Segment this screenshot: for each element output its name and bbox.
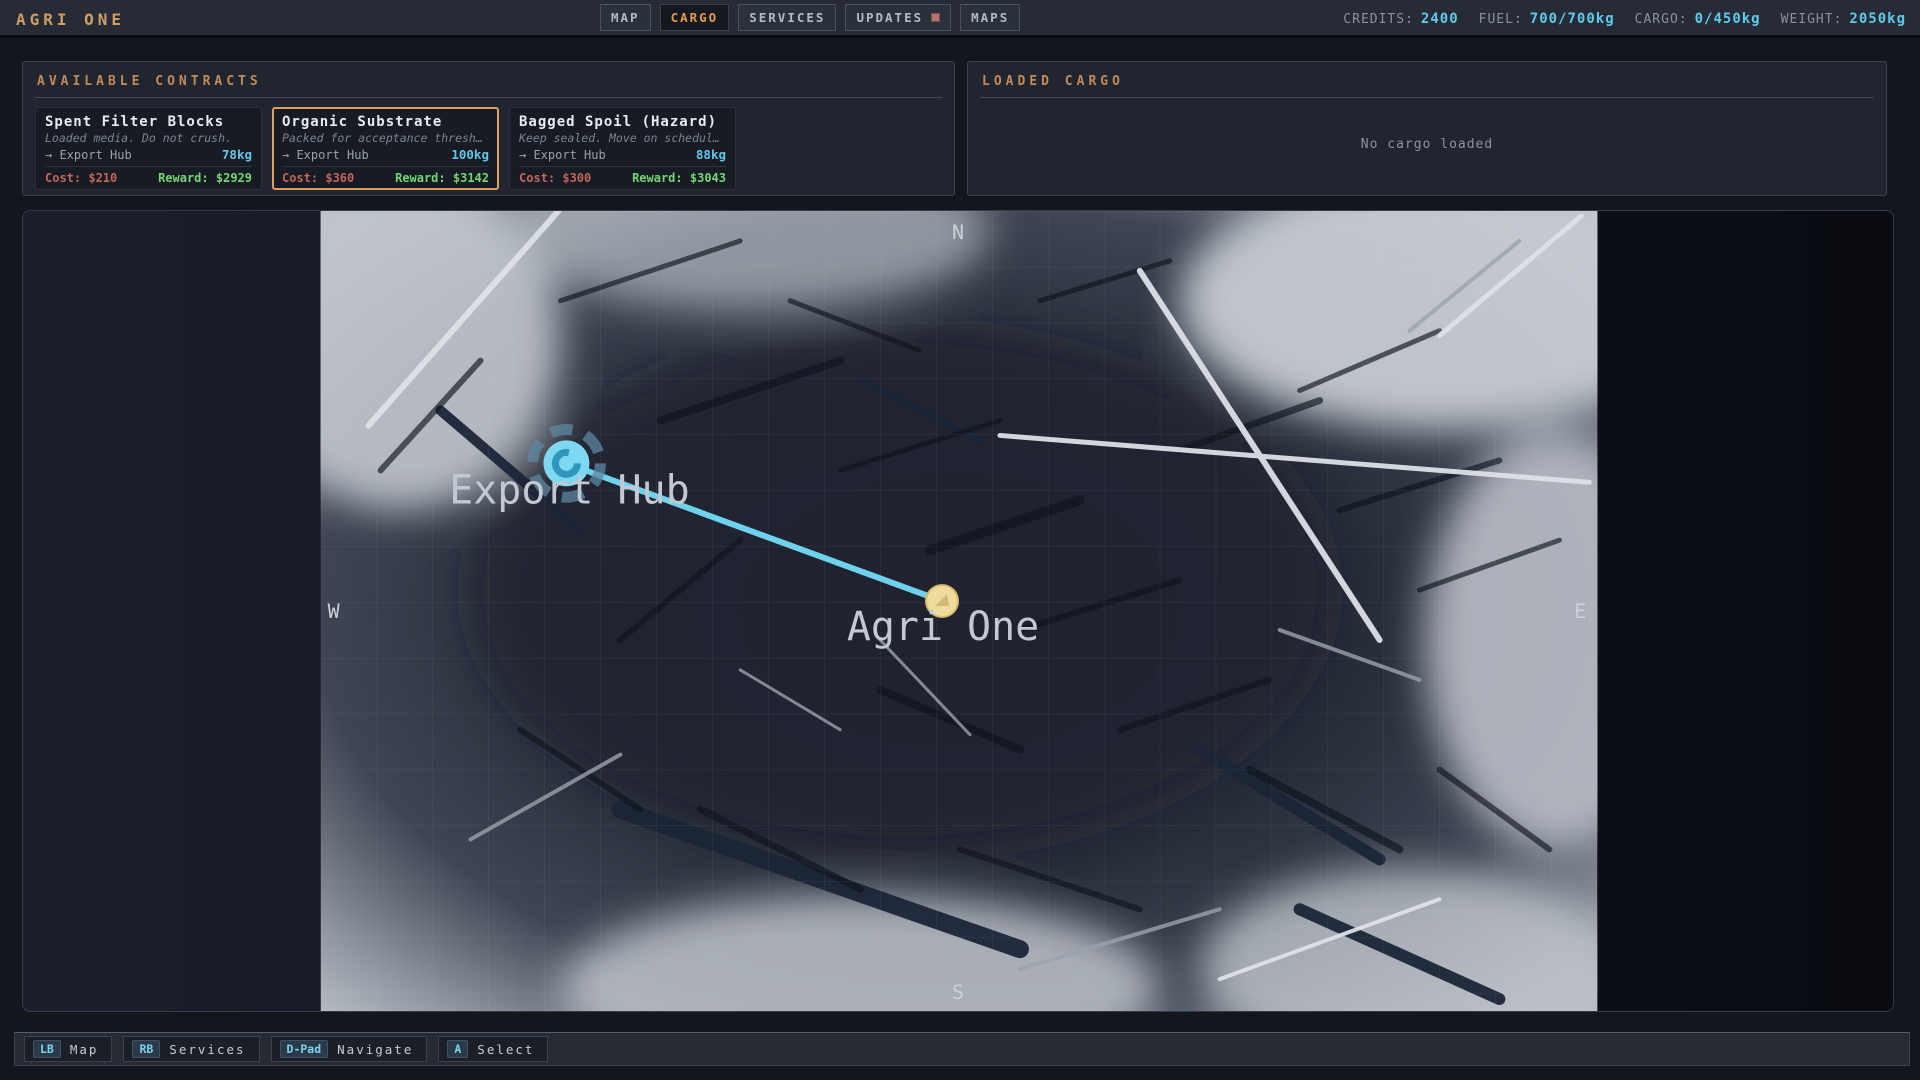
hint-map-label: Map	[70, 1042, 99, 1057]
app-title: AGRI ONE	[16, 10, 125, 29]
dpad-key-icon: D-Pad	[280, 1040, 329, 1058]
contract-name: Bagged Spoil (Hazard)	[519, 114, 726, 130]
contract-weight: 100kg	[451, 147, 489, 162]
contract-cost-label: Cost:	[45, 171, 81, 185]
export-hub-label: Export Hub	[449, 467, 689, 513]
cargo-panel-title: LOADED CARGO	[980, 71, 1874, 98]
fuel-label: FUEL:	[1479, 12, 1523, 27]
cargo-label: CARGO:	[1635, 12, 1688, 27]
weight-label: WEIGHT:	[1781, 12, 1843, 27]
fuel-value: 700/700kg	[1530, 11, 1615, 27]
hint-services-label: Services	[169, 1042, 245, 1057]
contract-cost-label: Cost:	[519, 171, 555, 185]
contract-card[interactable]: Bagged Spoil (Hazard) Keep sealed. Move …	[509, 107, 736, 190]
tab-maps[interactable]: MAPS	[960, 4, 1020, 31]
contract-cost-label: Cost:	[282, 171, 318, 185]
credits-label: CREDITS:	[1343, 12, 1414, 27]
a-key-icon: A	[447, 1040, 468, 1058]
map-viewport[interactable]: N S W E Export Hub Agri One	[22, 210, 1894, 1012]
tab-updates[interactable]: UPDATES	[845, 4, 951, 31]
contract-reward-value: $2929	[216, 171, 252, 185]
credits-value: 2400	[1421, 11, 1459, 27]
top-bar: AGRI ONE MAP CARGO SERVICES UPDATES MAPS…	[0, 0, 1920, 38]
contract-cost-value: $360	[325, 171, 354, 185]
weight-value: 2050kg	[1849, 11, 1906, 27]
contract-reward-label: Reward:	[632, 171, 683, 185]
fuel-stat: FUEL: 700/700kg	[1479, 11, 1615, 27]
credits-stat: CREDITS: 2400	[1343, 11, 1458, 27]
contract-reward-value: $3142	[453, 171, 489, 185]
status-readouts: CREDITS: 2400 FUEL: 700/700kg CARGO: 0/4…	[1343, 0, 1906, 38]
map-canvas[interactable]: N S W E Export Hub Agri One	[23, 211, 1893, 1011]
contract-destination: → Export Hub	[282, 148, 369, 162]
contract-description: Loaded media. Do not crush.	[45, 131, 252, 145]
compass-south-label: S	[952, 980, 964, 1004]
cargo-value: 0/450kg	[1695, 11, 1761, 27]
cargo-empty-message: No cargo loaded	[980, 98, 1874, 190]
contract-name: Spent Filter Blocks	[45, 114, 252, 130]
tab-services[interactable]: SERVICES	[738, 4, 836, 31]
contract-cost-value: $210	[88, 171, 117, 185]
compass-west-label: W	[328, 599, 341, 623]
contract-card-selected[interactable]: Organic Substrate Packed for acceptance …	[272, 107, 499, 190]
contract-destination: → Export Hub	[519, 148, 606, 162]
rb-key-icon: RB	[132, 1040, 160, 1058]
compass-north-label: N	[952, 220, 964, 244]
tab-services-label: SERVICES	[749, 10, 825, 25]
hint-map-button[interactable]: LB Map	[24, 1036, 112, 1062]
hint-navigate-button[interactable]: D-Pad Navigate	[271, 1036, 428, 1062]
contract-card-list: Spent Filter Blocks Loaded media. Do not…	[35, 107, 942, 190]
contract-cost-value: $300	[562, 171, 591, 185]
cargo-stat: CARGO: 0/450kg	[1635, 11, 1761, 27]
contract-reward-label: Reward:	[395, 171, 446, 185]
lb-key-icon: LB	[33, 1040, 61, 1058]
tab-map-label: MAP	[611, 10, 640, 25]
loaded-cargo-panel: LOADED CARGO No cargo loaded	[967, 61, 1887, 196]
tab-maps-label: MAPS	[971, 10, 1009, 25]
hint-services-button[interactable]: RB Services	[123, 1036, 259, 1062]
hint-navigate-label: Navigate	[337, 1042, 413, 1057]
tab-bar: MAP CARGO SERVICES UPDATES MAPS	[600, 4, 1020, 31]
contract-weight: 78kg	[222, 147, 252, 162]
tab-cargo[interactable]: CARGO	[660, 4, 730, 31]
weight-stat: WEIGHT: 2050kg	[1781, 11, 1906, 27]
hint-select-button[interactable]: A Select	[438, 1036, 548, 1062]
compass-east-label: E	[1574, 599, 1586, 623]
agri-one-label: Agri One	[847, 604, 1039, 650]
available-contracts-panel: AVAILABLE CONTRACTS Spent Filter Blocks …	[22, 61, 955, 196]
contract-description: Keep sealed. Move on schedul…	[519, 131, 726, 145]
contract-reward-value: $3043	[690, 171, 726, 185]
hint-select-label: Select	[477, 1042, 534, 1057]
notification-badge-icon	[931, 13, 940, 22]
contract-card[interactable]: Spent Filter Blocks Loaded media. Do not…	[35, 107, 262, 190]
contract-destination: → Export Hub	[45, 148, 132, 162]
contracts-panel-title: AVAILABLE CONTRACTS	[35, 71, 942, 98]
tab-cargo-label: CARGO	[671, 10, 719, 25]
contract-reward-label: Reward:	[158, 171, 209, 185]
tab-map[interactable]: MAP	[600, 4, 651, 31]
tab-updates-label: UPDATES	[856, 10, 923, 25]
controller-hint-bar: LB Map RB Services D-Pad Navigate A Sele…	[14, 1032, 1910, 1066]
contract-name: Organic Substrate	[282, 114, 489, 130]
contract-description: Packed for acceptance thresh…	[282, 131, 489, 145]
contract-weight: 88kg	[696, 147, 726, 162]
